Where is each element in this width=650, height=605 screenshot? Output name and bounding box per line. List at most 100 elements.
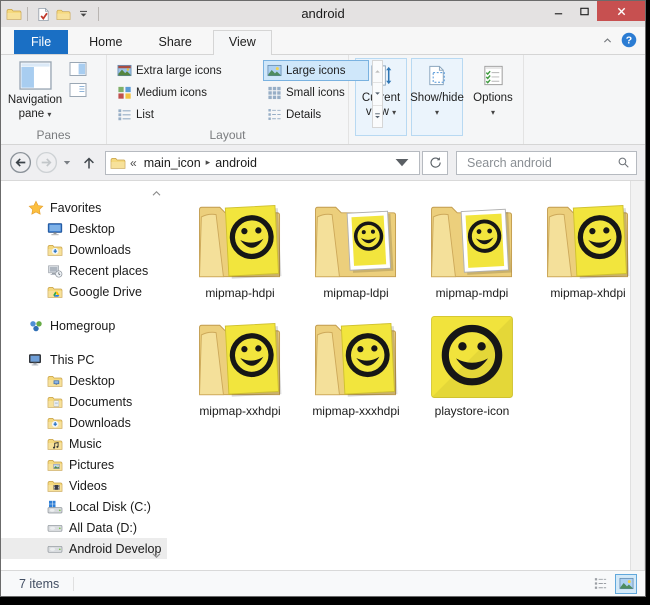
search-icon[interactable]	[617, 156, 630, 169]
gallery-scroll-down-button[interactable]	[373, 83, 382, 105]
breadcrumb[interactable]: « main_icon ▸ android	[105, 151, 420, 175]
file-tile-mipmap-xxxhdpi[interactable]: mipmap-xxxhdpi	[300, 311, 412, 429]
layout-item-extra-large-icons[interactable]: Extra large icons	[113, 60, 263, 81]
gallery-more-button[interactable]	[373, 106, 382, 127]
image-smiley-icon	[426, 311, 518, 403]
downloads-folder-icon	[47, 415, 63, 431]
folder-smiley-icon	[542, 193, 634, 285]
sidebar-item-recent-places[interactable]: Recent places	[1, 260, 167, 281]
gallery-scroll-up-button[interactable]	[373, 61, 382, 83]
file-tile-mipmap-hdpi[interactable]: mipmap-hdpi	[184, 193, 296, 311]
search-input[interactable]	[465, 155, 617, 171]
google-drive-icon	[47, 284, 63, 300]
titlebar: android	[1, 1, 645, 27]
help-icon[interactable]: ?	[621, 32, 637, 48]
computer-icon	[28, 352, 44, 368]
tab-view[interactable]: View	[213, 30, 272, 55]
preview-pane-button[interactable]	[69, 61, 87, 77]
breadcrumb-segment-main-icon[interactable]: main_icon	[144, 156, 201, 170]
minimize-ribbon-button[interactable]	[602, 36, 613, 45]
titlebar-separator	[27, 7, 28, 21]
drive-icon	[47, 520, 63, 536]
desktop-icon	[47, 221, 63, 237]
file-tile-mipmap-mdpi[interactable]: mipmap-mdpi	[416, 193, 528, 311]
small-icons-icon	[267, 85, 282, 100]
history-dropdown[interactable]	[61, 160, 73, 166]
pictures-folder-icon	[47, 457, 63, 473]
up-button[interactable]	[81, 155, 97, 171]
qat-customize-dropdown[interactable]	[73, 4, 93, 24]
svg-text:?: ?	[626, 35, 632, 47]
tab-share[interactable]: Share	[144, 30, 207, 54]
gallery-scrollbar	[372, 60, 383, 128]
thumbnail-view-button[interactable]	[615, 574, 637, 594]
details-view-button[interactable]	[589, 574, 611, 594]
options-button[interactable]: Options▾	[467, 58, 519, 136]
sidebar-item-pictures[interactable]: Pictures	[1, 454, 167, 475]
folder-icon	[110, 155, 126, 171]
chevron-down-icon: ▾	[491, 108, 495, 117]
sidebar-item-downloads[interactable]: Downloads	[1, 239, 167, 260]
refresh-button[interactable]	[422, 151, 448, 175]
layout-item-medium-icons[interactable]: Medium icons	[113, 82, 263, 103]
address-bar: « main_icon ▸ android	[1, 145, 645, 181]
folder-smiley-icon	[310, 311, 402, 403]
sidebar-scroll-down[interactable]	[150, 551, 163, 560]
navigation-pane-icon	[19, 61, 52, 90]
sidebar-item-local-disk-c-[interactable]: Local Disk (C:)	[1, 496, 167, 517]
sidebar-item-this-pc[interactable]: This PC	[1, 349, 167, 370]
maximize-button[interactable]	[571, 1, 597, 21]
file-tile-mipmap-ldpi[interactable]: mipmap-ldpi	[300, 193, 412, 311]
sidebar-item-desktop[interactable]: Desktop	[1, 218, 167, 239]
chevron-down-icon: ▾	[435, 108, 439, 117]
layout-item-list[interactable]: List	[113, 104, 263, 125]
tab-home[interactable]: Home	[74, 30, 137, 54]
sidebar-item-homegroup[interactable]: Homegroup	[1, 315, 167, 336]
sidebar-item-desktop[interactable]: Desktop	[1, 370, 167, 391]
address-dropdown[interactable]	[387, 155, 417, 171]
sidebar-scroll-up[interactable]	[150, 189, 163, 198]
sidebar-item-documents[interactable]: Documents	[1, 391, 167, 412]
show-hide-button[interactable]: Show/hide ▾	[411, 58, 463, 136]
file-tile-playstore-icon[interactable]: playstore-icon	[416, 311, 528, 429]
back-button[interactable]	[9, 151, 32, 174]
search-box	[456, 151, 637, 175]
options-icon	[481, 63, 506, 88]
forward-button[interactable]	[35, 151, 58, 174]
minimize-button[interactable]	[545, 1, 571, 21]
refresh-icon	[429, 156, 442, 169]
tab-file[interactable]: File	[14, 30, 68, 54]
panes-group-label: Panes	[1, 128, 106, 142]
sidebar-item-videos[interactable]: Videos	[1, 475, 167, 496]
file-tile-mipmap-xxhdpi[interactable]: mipmap-xxhdpi	[184, 311, 296, 429]
qat-properties-button[interactable]	[33, 4, 53, 24]
qat-new-folder-button[interactable]	[53, 4, 73, 24]
breadcrumb-separator-icon[interactable]: ▸	[206, 157, 211, 168]
layout-item-large-icons[interactable]: Large icons	[263, 60, 369, 81]
close-button[interactable]	[597, 1, 645, 21]
sidebar-item-music[interactable]: Music	[1, 433, 167, 454]
vertical-scrollbar[interactable]	[630, 181, 645, 570]
details-pane-button[interactable]	[69, 82, 87, 98]
chevron-down-icon: ▾	[392, 108, 396, 117]
folder-smiley-framed-icon	[426, 193, 518, 285]
folder-smiley-icon	[194, 193, 286, 285]
breadcrumb-overflow[interactable]: «	[130, 156, 137, 170]
breadcrumb-segment-android[interactable]: android	[215, 156, 257, 170]
layout-item-details[interactable]: Details	[263, 104, 369, 125]
status-bar: 7 items	[1, 570, 645, 596]
sidebar-item-favorites[interactable]: Favorites	[1, 197, 167, 218]
layout-group: Extra large icons Large icons Medium ico…	[107, 55, 349, 144]
extra-large-icons-icon	[117, 63, 132, 78]
sidebar-item-downloads[interactable]: Downloads	[1, 412, 167, 433]
star-icon	[28, 200, 44, 216]
medium-icons-icon	[117, 85, 132, 100]
sidebar-item-google-drive[interactable]: Google Drive	[1, 281, 167, 302]
layout-item-small-icons[interactable]: Small icons	[263, 82, 369, 103]
sidebar-item-android-develop[interactable]: Android Develop	[1, 538, 167, 559]
file-tile-mipmap-xhdpi[interactable]: mipmap-xhdpi	[532, 193, 644, 311]
panes-group: Navigation pane ▾ Panes	[1, 55, 107, 144]
folder-icon[interactable]	[6, 6, 22, 22]
sidebar-item-all-data-d-[interactable]: All Data (D:)	[1, 517, 167, 538]
documents-folder-icon	[47, 394, 63, 410]
